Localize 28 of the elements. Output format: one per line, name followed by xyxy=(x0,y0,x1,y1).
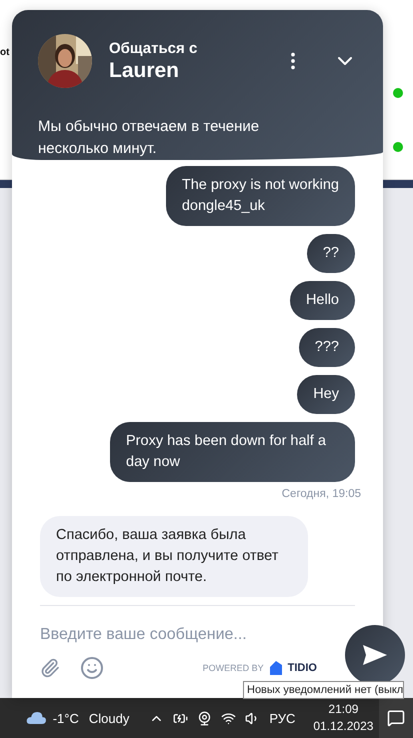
webcam-icon[interactable] xyxy=(197,710,212,726)
powered-by-label: POWERED BY xyxy=(202,663,264,673)
clock[interactable]: 21:09 01.12.2023 xyxy=(313,701,374,735)
message-bubble: Hello xyxy=(290,281,355,320)
cloud-icon xyxy=(26,710,47,726)
label: ot xyxy=(0,47,10,58)
chat-title: Общаться с xyxy=(109,40,198,56)
message-bubble: ?? xyxy=(306,234,355,273)
message-bubble: Hey xyxy=(297,375,355,414)
reply-bubble: Спасибо, ваша заявка была отправлена, и вы получите ответ по электронной почте. xyxy=(40,516,308,597)
temperature: -1°C xyxy=(52,710,79,726)
message-bubble: ??? xyxy=(298,328,355,367)
chat-bubble-icon xyxy=(387,709,406,727)
language-indicator[interactable]: РУС xyxy=(269,710,296,726)
smiley-icon[interactable] xyxy=(80,656,104,680)
tooltip: Новых уведомлений нет (выкл xyxy=(243,681,404,699)
message-bubble: The proxy is not working dongle45_uk xyxy=(166,166,355,226)
weather-label: Cloudy xyxy=(88,710,130,726)
paperclip-icon[interactable] xyxy=(40,658,60,678)
timestamp: Сегодня, 19:05 xyxy=(282,488,361,500)
agent-name: Lauren xyxy=(109,58,180,82)
notifications-button[interactable] xyxy=(379,698,413,738)
logo-icon xyxy=(270,661,282,675)
reply-time-note: Мы обычно отвечаем в течение несколько минут. xyxy=(38,117,260,159)
wifi-icon[interactable] xyxy=(221,710,236,726)
brand-name: TIDIO xyxy=(288,662,317,674)
message-bubble: Proxy has been down for half a day now xyxy=(110,422,355,482)
send-icon xyxy=(362,644,388,666)
